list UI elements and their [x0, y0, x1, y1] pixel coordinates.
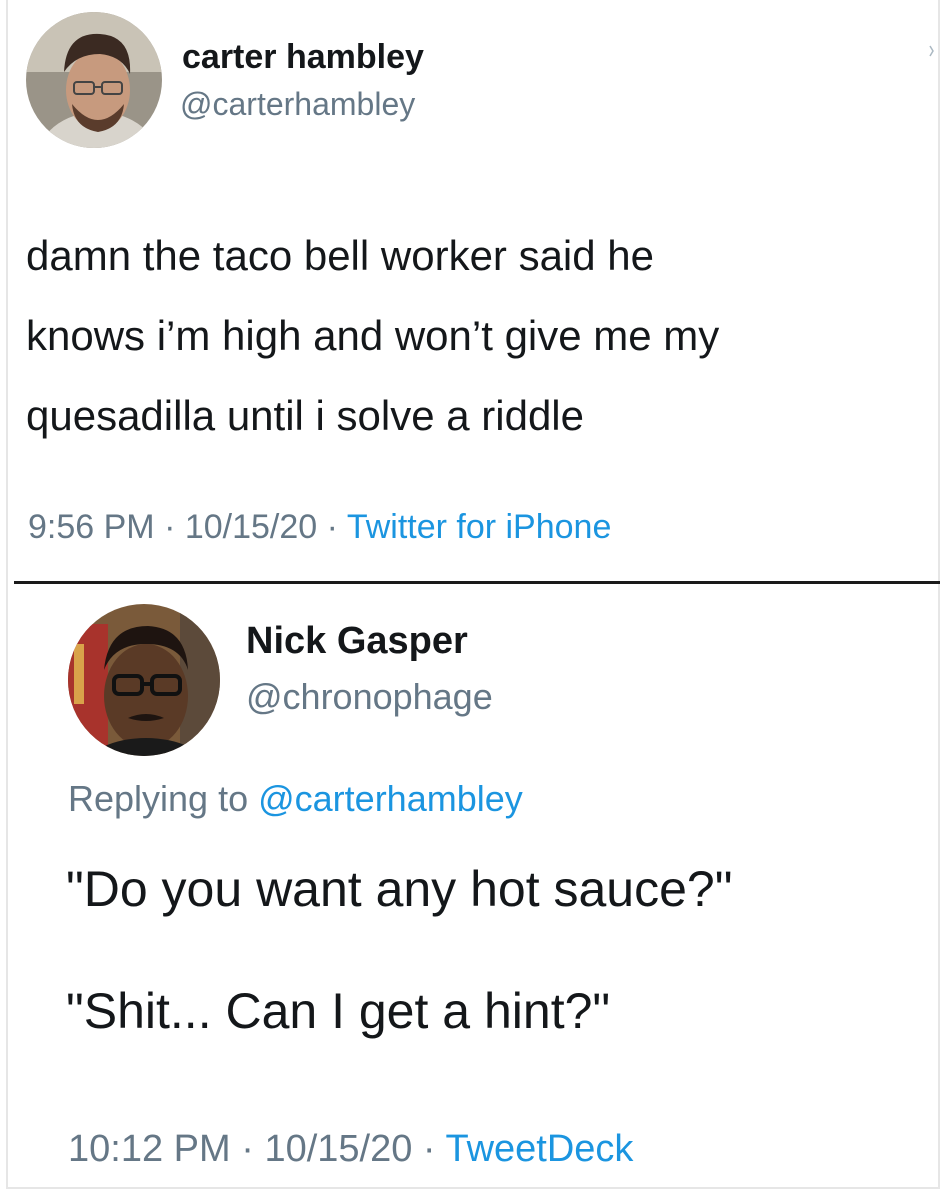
avatar-photo-carter — [26, 12, 162, 148]
tweet-metadata: 10:12 PM · 10/15/20 · TweetDeck — [68, 1128, 633, 1171]
replying-to: Replying to @carterhambley — [68, 778, 523, 820]
user-handle[interactable]: @carterhambley — [180, 86, 415, 123]
replying-to-label: Replying to — [68, 778, 259, 819]
divider — [14, 581, 940, 584]
tweet-text: damn the taco bell worker said he knows … — [26, 216, 719, 456]
display-name[interactable]: carter hambley — [182, 38, 424, 77]
meta-separator: · — [154, 508, 185, 546]
avatar[interactable] — [68, 604, 220, 756]
meta-separator: · — [230, 1128, 265, 1170]
chevron-down-icon[interactable] — [924, 44, 938, 58]
avatar-photo-nick — [68, 604, 220, 756]
tweet-time[interactable]: 9:56 PM — [28, 508, 155, 546]
tweet-date[interactable]: 10/15/20 — [185, 508, 317, 546]
tweet-date[interactable]: 10/15/20 — [264, 1128, 412, 1170]
meta-separator: · — [412, 1128, 446, 1170]
tweet-text-line: "Do you want any hot sauce?" — [66, 861, 733, 917]
replying-to-mention[interactable]: @carterhambley — [258, 778, 523, 819]
tweet-text-line: knows i’m high and won’t give me my — [26, 312, 720, 359]
user-handle[interactable]: @chronophage — [246, 676, 493, 718]
tweet-metadata: 9:56 PM · 10/15/20 · Twitter for iPhone — [28, 508, 611, 547]
tweet-time[interactable]: 10:12 PM — [68, 1128, 231, 1170]
tweet-source-link[interactable]: Twitter for iPhone — [347, 508, 612, 546]
tweet-text-line: quesadilla until i solve a riddle — [26, 392, 584, 439]
meta-separator: · — [317, 508, 347, 546]
avatar[interactable] — [26, 12, 162, 148]
display-name[interactable]: Nick Gasper — [246, 620, 468, 663]
tweet-text-line: damn the taco bell worker said he — [26, 232, 655, 279]
tweet-text-line: "Shit... Can I get a hint?" — [66, 983, 611, 1039]
tweet-source-link[interactable]: TweetDeck — [445, 1128, 633, 1170]
